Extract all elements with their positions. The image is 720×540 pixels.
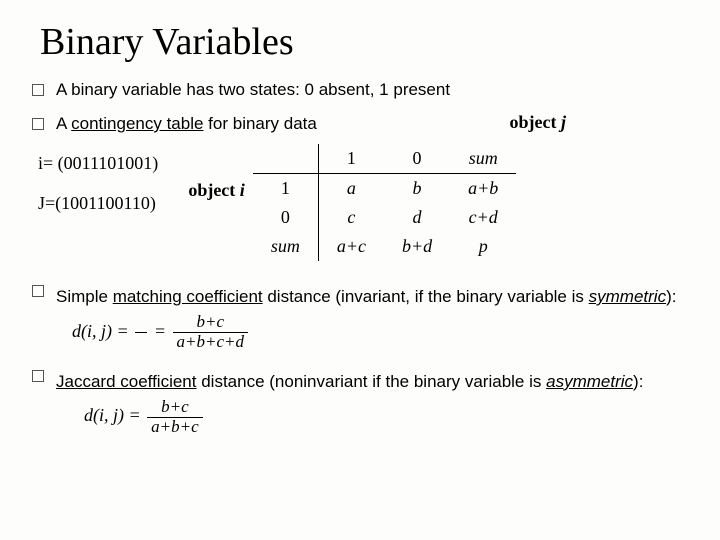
slide-title: Binary Variables <box>40 20 688 64</box>
bullet-icon <box>32 84 44 96</box>
example-vectors: i= (0011101001) J=(1001100110) <box>38 144 158 223</box>
bullet-4: Jaccard coefficient distance (noninvaria… <box>32 366 688 437</box>
bullet-3: Simple matching coefficient distance (in… <box>32 281 688 352</box>
bullet-3-text: Simple matching coefficient distance (in… <box>56 281 688 352</box>
bullet-icon <box>32 118 44 130</box>
bullet-2: A contingency table for binary data <box>32 114 688 134</box>
bullet-1: A binary variable has two states: 0 abse… <box>32 80 688 100</box>
bullet-icon <box>32 285 44 297</box>
bullet-1-text: A binary variable has two states: 0 abse… <box>56 80 688 100</box>
example-j: J=(1001100110) <box>38 184 158 224</box>
jaccard-formula: d(i, j) = b+ca+b+c <box>84 405 205 425</box>
mid-row: i= (0011101001) J=(1001100110) object i … <box>38 144 688 261</box>
bullet-icon <box>32 370 44 382</box>
object-i-label: object i <box>188 180 245 201</box>
example-i: i= (0011101001) <box>38 144 158 184</box>
contingency-table: 1 0 sum 1 a b a+b 0 c d c+d sum a+c b+d … <box>253 144 516 261</box>
object-j-label: object j <box>510 112 567 133</box>
bullet-4-text: Jaccard coefficient distance (noninvaria… <box>56 366 688 437</box>
bullet-2-text: A contingency table for binary data <box>56 114 688 134</box>
smc-formula: d(i, j) = = b+ca+b+c+d <box>72 321 250 341</box>
